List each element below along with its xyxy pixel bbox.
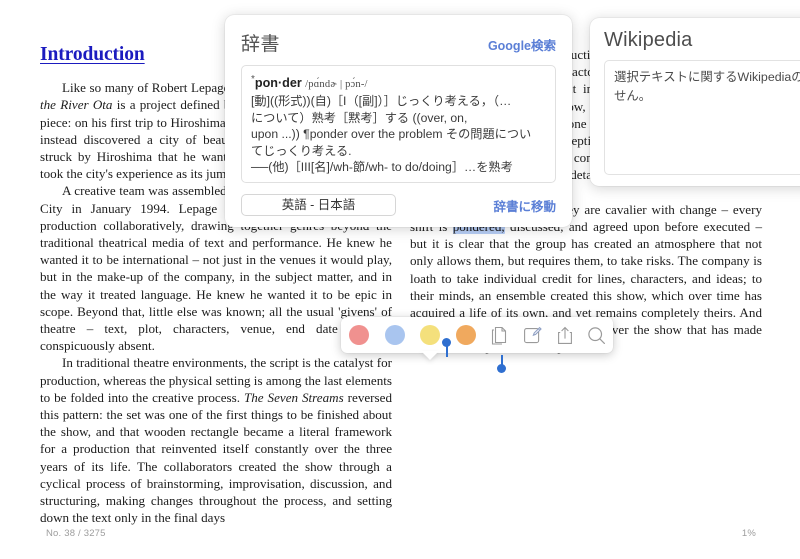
dictionary-title: 辞書: [241, 34, 281, 55]
note-button[interactable]: [516, 326, 548, 345]
dictionary-footer: 英語 - 日本語 辞書に移動: [241, 194, 556, 216]
dictionary-definition-line: について）熟考［黙考］する ((over, on,: [251, 110, 468, 125]
dictionary-headword: pon·der: [254, 76, 302, 91]
google-search-link[interactable]: Google検索: [488, 35, 556, 54]
dictionary-definition-line: てじっくり考える.: [251, 143, 352, 158]
wikipedia-title: Wikipedia: [604, 29, 693, 51]
note-icon: [523, 326, 542, 343]
highlight-blue-icon: [384, 325, 405, 345]
selection-handle-start[interactable]: [442, 338, 451, 347]
dictionary-definition-line: upon ...)) ¶ponder over the problem その問題…: [251, 127, 532, 142]
highlight-yellow-icon: [420, 325, 441, 345]
search-button[interactable]: [581, 326, 613, 345]
selection-handle-end[interactable]: [497, 364, 506, 373]
copy-icon: [492, 326, 507, 345]
dictionary-definition-line: [動]((形式))(自)［I（[副]）］じっくり考える，（…: [251, 94, 512, 109]
dictionary-entry: *pon·der /pɑ́ndɚ | pɔ́n-/ [動]((形式))(自)［I…: [241, 65, 556, 183]
dictionary-header: 辞書 Google検索: [241, 29, 556, 56]
language-pair-button[interactable]: 英語 - 日本語: [241, 194, 396, 216]
wikipedia-panel[interactable]: Wikipedia 選択テキストに関するWikipediaの せん。: [590, 18, 800, 186]
go-to-dictionary-link[interactable]: 辞書に移動: [493, 196, 556, 215]
wikipedia-body-line: せん。: [614, 89, 652, 103]
copy-button[interactable]: [484, 326, 516, 345]
reading-progress: 1%: [741, 528, 756, 539]
selection-toolbar-pointer: [421, 351, 439, 360]
highlight-blue-button[interactable]: [377, 325, 413, 345]
highlight-pink-button[interactable]: [341, 325, 377, 345]
wikipedia-body-line: 選択テキストに関するWikipediaの: [614, 70, 800, 84]
dictionary-headword-line: *pon·der /pɑ́ndɚ | pɔ́n-/: [251, 72, 546, 93]
dictionary-panel[interactable]: 辞書 Google検索 *pon·der /pɑ́ndɚ | pɔ́n-/ [動…: [225, 15, 572, 227]
page-location: No. 38 / 3275: [46, 528, 106, 539]
dictionary-definition-line: ──(他)［III[名]/wh-節/wh- to do/doing］…を熟考: [251, 160, 513, 175]
search-icon: [588, 326, 606, 344]
reader-footer: No. 38 / 3275 1%: [0, 519, 800, 559]
dictionary-pronunciation: /pɑ́ndɚ | pɔ́n-/: [305, 79, 368, 91]
highlight-orange-icon: [455, 325, 476, 345]
paragraph: In traditional theatre environments, the…: [40, 355, 392, 526]
share-button[interactable]: [548, 326, 580, 345]
share-icon: [557, 326, 572, 344]
selection-toolbar[interactable]: [341, 317, 613, 353]
wikipedia-body: 選択テキストに関するWikipediaの せん。: [604, 60, 800, 175]
highlight-pink-icon: [348, 325, 369, 345]
highlight-orange-button[interactable]: [448, 325, 484, 345]
